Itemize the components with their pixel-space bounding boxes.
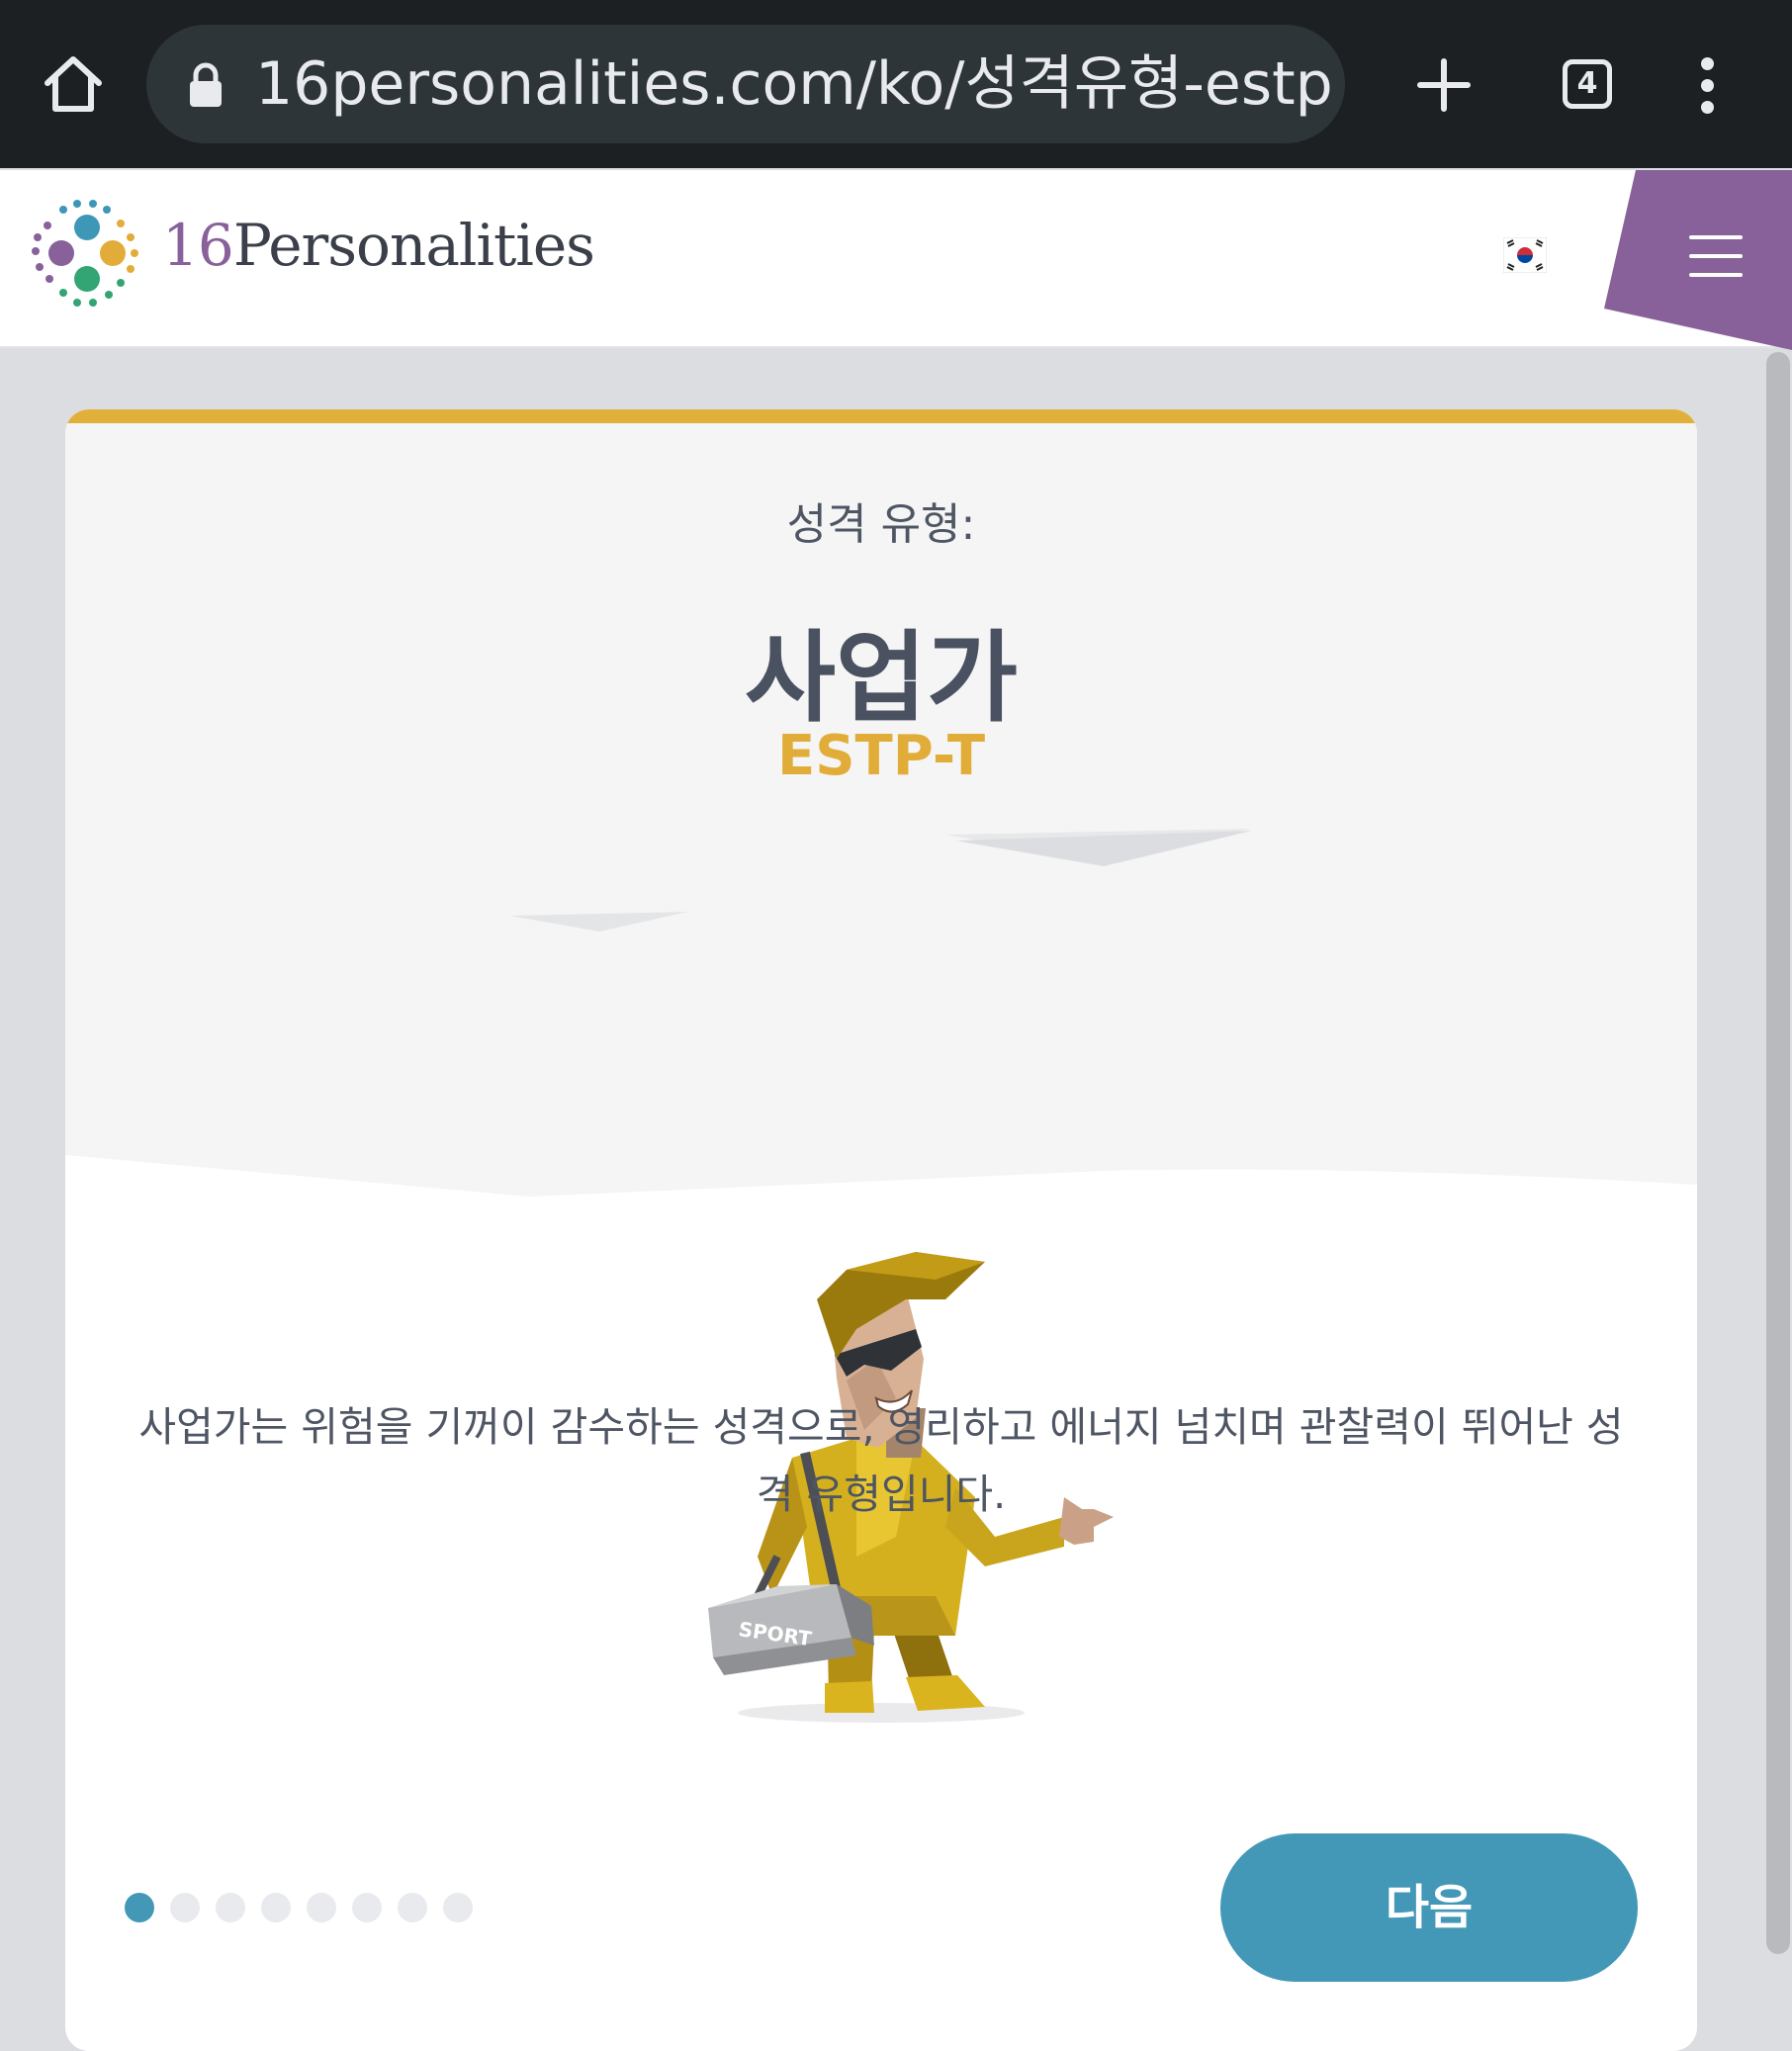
entrepreneur-illustration: SPORT [510,829,1252,1723]
url-text: 16personalities.com/ko/성격유형-estp [255,49,1333,119]
pager-dot-1[interactable] [125,1893,154,1922]
pager-dot-5[interactable] [307,1893,336,1922]
korea-flag-icon[interactable] [1502,236,1548,274]
personality-card: 성격 유형: 사업가 ESTP-T SPORT 사업가는 위험을 기꺼이 감수하… [65,409,1697,2051]
pager-dot-3[interactable] [216,1893,245,1922]
logo-wordmark[interactable]: 16Personalities [162,212,595,279]
pager-dots [125,1893,489,1922]
logo-number: 16 [162,212,234,279]
pager-dot-4[interactable] [261,1893,291,1922]
type-name: 사업가 [745,620,1018,736]
address-bar[interactable]: 16personalities.com/ko/성격유형-estp [146,25,1345,143]
new-tab-icon[interactable] [1416,57,1472,113]
browser-toolbar: 16personalities.com/ko/성격유형-estp 4 [0,0,1792,168]
scrollbar-thumb[interactable] [1766,352,1790,1954]
pager-dot-7[interactable] [398,1893,427,1922]
type-kicker: 성격 유형: [786,499,976,550]
type-description: 사업가는 위험을 기꺼이 감수하는 성격으로, 영리하고 에너지 넘치며 관찰력… [138,1403,1624,1518]
logo-dots-icon[interactable] [26,196,144,314]
pager-dot-8[interactable] [443,1893,473,1922]
lock-icon [188,62,224,108]
card-accent-bar [65,409,1697,423]
hamburger-icon[interactable] [1689,235,1743,292]
home-icon[interactable] [40,49,107,117]
pager-dot-6[interactable] [352,1893,382,1922]
logo-word: Personalities [232,212,595,279]
more-options-icon[interactable] [1693,57,1721,114]
site-header: 16Personalities [0,170,1792,350]
type-code: ESTP-T [776,724,986,788]
tab-switcher-button[interactable]: 4 [1563,59,1612,109]
next-button[interactable]: 다음 [1220,1833,1638,1982]
pager-dot-2[interactable] [170,1893,200,1922]
